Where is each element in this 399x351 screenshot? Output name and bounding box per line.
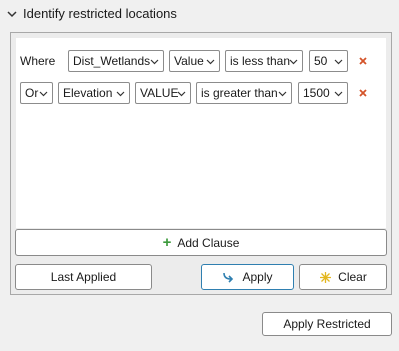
clause-value: 1500 <box>303 86 330 100</box>
chevron-down-icon <box>278 91 287 97</box>
connector-dropdown[interactable]: Or <box>20 82 53 104</box>
value-dropdown[interactable]: 50 <box>309 50 348 72</box>
chevron-down-icon <box>334 59 343 65</box>
last-applied-button[interactable]: Last Applied <box>15 264 152 290</box>
apply-arrow-icon <box>223 272 234 283</box>
clause-connector-label: Where <box>20 54 56 68</box>
operator-value: is less than <box>230 54 291 68</box>
clear-button[interactable]: Clear <box>299 264 387 290</box>
chevron-down-icon <box>116 91 125 97</box>
operator-dropdown[interactable]: is greater than <box>196 82 292 104</box>
chevron-down-icon <box>39 91 48 97</box>
source-value: Value <box>174 54 204 68</box>
operator-dropdown[interactable]: is less than <box>225 50 303 72</box>
plus-icon: + <box>162 234 172 251</box>
source-dropdown[interactable]: Value <box>169 50 220 72</box>
field-value: Elevation <box>63 86 113 100</box>
source-value: VALUE <box>140 86 179 100</box>
section-title: Identify restricted locations <box>23 6 177 21</box>
chevron-down-icon <box>289 59 298 65</box>
sparkle-icon <box>320 271 332 283</box>
field-dropdown[interactable]: Dist_Wetlands <box>68 50 164 72</box>
add-clause-label: Add Clause <box>177 235 240 250</box>
chevron-down-icon <box>206 59 215 65</box>
add-clause-button[interactable]: + Add Clause <box>15 229 387 256</box>
field-dropdown[interactable]: Elevation <box>58 82 130 104</box>
operator-value: is greater than <box>201 86 278 100</box>
remove-clause-button[interactable] <box>357 87 369 99</box>
chevron-down-icon <box>177 91 186 97</box>
clause-list: Where Dist_Wetlands Value is less than 5… <box>16 38 386 228</box>
source-dropdown[interactable]: VALUE <box>135 82 191 104</box>
close-icon <box>359 89 367 97</box>
clause-value: 50 <box>314 54 328 68</box>
chevron-down-icon <box>150 59 159 65</box>
apply-restricted-button[interactable]: Apply Restricted <box>262 312 392 336</box>
clear-label: Clear <box>338 270 367 284</box>
connector-value: Or <box>25 86 39 100</box>
apply-label: Apply <box>242 270 273 284</box>
close-icon <box>359 57 367 65</box>
chevron-down-icon <box>334 91 343 97</box>
chevron-down-icon <box>7 10 17 17</box>
last-applied-label: Last Applied <box>50 270 117 284</box>
section-header-identify-restricted[interactable]: Identify restricted locations <box>6 6 177 21</box>
value-dropdown[interactable]: 1500 <box>298 82 348 104</box>
apply-restricted-label: Apply Restricted <box>283 317 371 331</box>
query-builder-panel: Where Dist_Wetlands Value is less than 5… <box>10 32 392 295</box>
apply-button[interactable]: Apply <box>201 264 294 290</box>
field-value: Dist_Wetlands <box>73 54 151 68</box>
remove-clause-button[interactable] <box>357 55 369 67</box>
